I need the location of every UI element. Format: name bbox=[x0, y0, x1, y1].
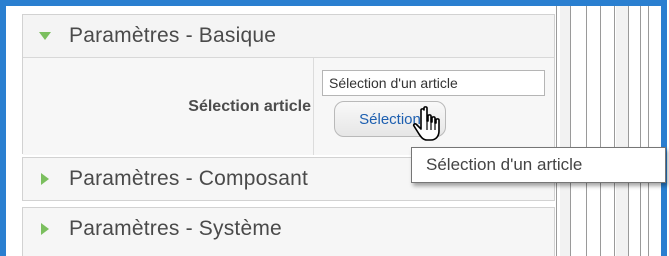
panel-basique-body: Sélection article Sélection d'un article… bbox=[23, 58, 554, 155]
panel-systeme-header[interactable]: Paramètres - Système bbox=[23, 208, 554, 250]
panel-basique-title: Paramètres - Basique bbox=[69, 24, 277, 47]
panel-basique-header[interactable]: Paramètres - Basique bbox=[23, 15, 554, 58]
panel-systeme-title: Paramètres - Système bbox=[69, 217, 282, 240]
article-selection-label: Sélection article bbox=[188, 97, 311, 115]
article-selection-input[interactable]: Sélection d'un article bbox=[322, 70, 545, 96]
panel-basique: Paramètres - Basique Sélection article S… bbox=[22, 14, 555, 155]
background-columns bbox=[556, 6, 661, 256]
panel-composant-title: Paramètres - Composant bbox=[69, 167, 308, 190]
field-divider bbox=[313, 58, 314, 155]
triangle-right-icon bbox=[23, 208, 53, 250]
tooltip: Sélection d'un article bbox=[411, 147, 666, 183]
triangle-right-icon bbox=[23, 158, 53, 200]
triangle-down-icon bbox=[23, 15, 53, 57]
hand-pointer-icon bbox=[412, 106, 440, 141]
panel-systeme: Paramètres - Système bbox=[22, 207, 555, 256]
